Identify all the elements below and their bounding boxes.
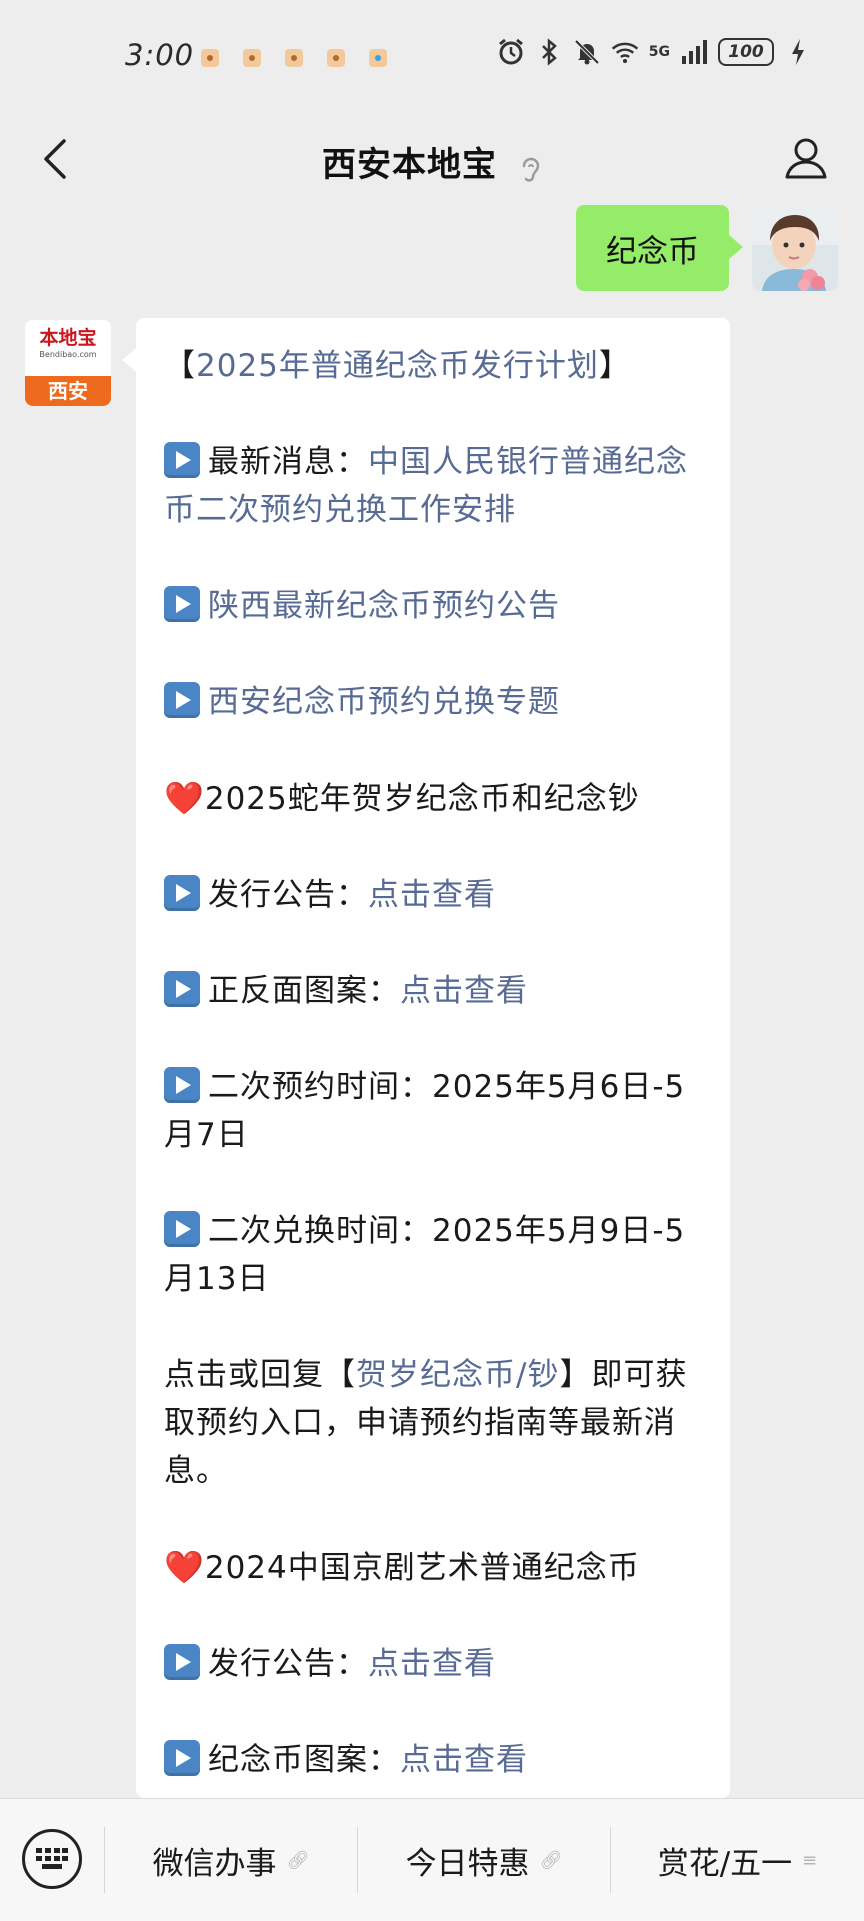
issue-link-2[interactable]: 点击查看 <box>368 1646 496 1682</box>
reserve-time: 二次预约时间：2025年5月6日-5月7日 <box>164 1069 686 1153</box>
latest-label: 最新消息： <box>208 444 368 480</box>
sent-message-bubble[interactable]: 纪念币 <box>576 205 743 291</box>
shaanxi-line: 陕西最新纪念币预约公告 <box>164 582 702 630</box>
profile-button[interactable] <box>778 130 834 186</box>
snake-heading-line: ❤️2025蛇年贺岁纪念币和纪念钞 <box>164 774 702 823</box>
link-icon: 🔗︎ <box>286 1849 310 1871</box>
play-icon <box>164 1740 200 1776</box>
ear-icon <box>520 154 542 190</box>
link-icon: 🔗︎ <box>539 1849 563 1871</box>
mute-bell-icon <box>573 38 601 66</box>
xian-link[interactable]: 西安纪念币预约兑换专题 <box>208 684 560 720</box>
chat-title: 西安本地宝 <box>321 145 497 185</box>
menu-item-flowers-mayday[interactable]: 赏花/五一 ≡ <box>611 1799 864 1921</box>
bluetooth-icon <box>535 38 563 66</box>
menu-item-wechat-service[interactable]: 微信办事 🔗︎ <box>105 1799 357 1921</box>
play-icon <box>164 1067 200 1103</box>
plan-title-line: 【2025年普通纪念币发行计划】 <box>164 348 631 384</box>
pattern-line-1: 正反面图案：点击查看 <box>164 967 702 1015</box>
user-avatar[interactable] <box>752 205 838 291</box>
issue-link-1[interactable]: 点击查看 <box>368 877 496 913</box>
wifi-icon <box>611 38 639 66</box>
pattern-link-1[interactable]: 点击查看 <box>400 973 528 1009</box>
status-icons: 5G 100 <box>497 38 812 66</box>
network-type: 5G <box>648 44 670 60</box>
notification-icon <box>243 49 261 67</box>
alarm-icon <box>497 38 525 66</box>
xian-line: 西安纪念币预约兑换专题 <box>164 678 702 726</box>
play-icon <box>164 442 200 478</box>
exchange-time: 二次兑换时间：2025年5月9日-5月13日 <box>164 1213 686 1297</box>
reply-hint-line: 点击或回复【贺岁纪念币/钞】即可获取预约入口，申请预约指南等最新消息。 <box>164 1357 688 1489</box>
bottom-menu-bar: 微信办事 🔗︎ 今日特惠 🔗︎ 赏花/五一 ≡ <box>0 1798 864 1921</box>
notification-icon <box>327 49 345 67</box>
play-icon <box>164 1211 200 1247</box>
notification-icon <box>369 49 387 67</box>
issue-line-2: 发行公告：点击查看 <box>164 1640 702 1688</box>
battery-indicator: 100 <box>718 38 774 66</box>
play-icon <box>164 875 200 911</box>
issue-line-1: 发行公告：点击查看 <box>164 871 702 919</box>
avatar-brand-text: 本地宝 <box>39 327 97 349</box>
notification-icon <box>285 49 303 67</box>
chat-header: 西安本地宝 <box>0 110 864 210</box>
play-icon <box>164 1644 200 1680</box>
sent-message-text: 纪念币 <box>606 233 699 270</box>
submenu-icon: ≡ <box>802 1849 818 1871</box>
notification-icon <box>201 49 219 67</box>
bot-avatar[interactable]: 本地宝 Bendibao.com 西安 <box>25 320 111 406</box>
keyboard-icon <box>36 1848 68 1869</box>
snake-heading: 2025蛇年贺岁纪念币和纪念钞 <box>204 781 640 817</box>
avatar-url-text: Bendibao.com <box>39 350 97 359</box>
latest-news-line: 最新消息：中国人民银行普通纪念币二次预约兑换工作安排 <box>164 438 702 534</box>
reserve-time-line: 二次预约时间：2025年5月6日-5月7日 <box>164 1063 702 1159</box>
heart-icon: ❤️ <box>164 1548 205 1586</box>
signal-icon <box>680 38 708 66</box>
play-icon <box>164 586 200 622</box>
received-message-bubble: 【2025年普通纪念币发行计划】 最新消息：中国人民银行普通纪念币二次预约兑换工… <box>122 318 730 1798</box>
pattern-line-2: 纪念币图案：点击查看 <box>164 1736 702 1784</box>
charging-icon <box>784 38 812 66</box>
menu-item-today-deals[interactable]: 今日特惠 🔗︎ <box>358 1799 610 1921</box>
opera-heading: 2024中国京剧艺术普通纪念币 <box>204 1550 640 1586</box>
shaanxi-link[interactable]: 陕西最新纪念币预约公告 <box>208 588 560 624</box>
status-bar: 3:00 5G 100 <box>0 0 864 110</box>
pattern-link-2[interactable]: 点击查看 <box>400 1742 528 1778</box>
play-icon <box>164 971 200 1007</box>
plan-title-link[interactable]: 2025年普通纪念币发行计划 <box>196 348 599 384</box>
avatar-city-text: 西安 <box>25 376 111 406</box>
exchange-time-line: 二次兑换时间：2025年5月9日-5月13日 <box>164 1207 702 1303</box>
keyboard-toggle-button[interactable] <box>22 1829 82 1889</box>
opera-heading-line: ❤️2024中国京剧艺术普通纪念币 <box>164 1543 702 1592</box>
play-icon <box>164 682 200 718</box>
status-time: 3:00 <box>125 38 195 72</box>
reply-keyword-link[interactable]: 贺岁纪念币/钞 <box>356 1357 559 1393</box>
heart-icon: ❤️ <box>164 779 205 817</box>
person-icon <box>785 138 827 179</box>
